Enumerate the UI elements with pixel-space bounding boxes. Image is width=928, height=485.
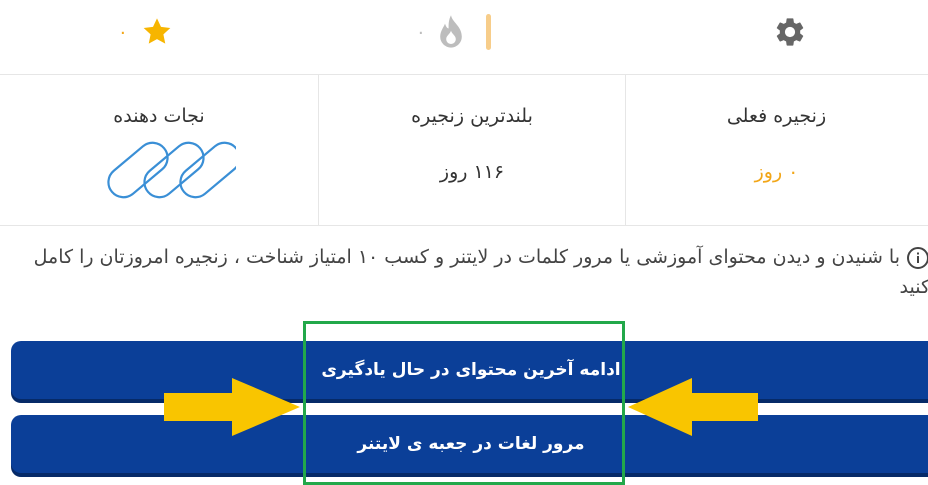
- info-icon: [907, 246, 928, 269]
- streak-saver-icons: [107, 141, 236, 199]
- arrow-left-icon: [628, 378, 758, 436]
- current-streak-value: ۰ روز: [754, 161, 799, 183]
- fire-icon: [439, 15, 462, 48]
- stars-counter[interactable]: ۰: [118, 10, 174, 54]
- streak-saver-icon: [107, 141, 169, 199]
- longest-streak-label: بلندترین زنجیره: [411, 105, 533, 127]
- stat-current-streak: زنجیره فعلی ۰ روز: [625, 75, 928, 225]
- stars-count: ۰: [118, 21, 128, 43]
- fire-count: ۰: [416, 21, 426, 43]
- streak-saver-icon: [143, 141, 205, 199]
- stat-longest-streak: بلندترین زنجیره ۱۱۶ روز: [318, 75, 626, 225]
- info-text: با شنیدن و دیدن محتوای آموزشی یا مرور کل…: [33, 246, 928, 298]
- current-streak-label: زنجیره فعلی: [726, 105, 827, 127]
- star-icon: [143, 18, 171, 44]
- streak-stats: نجات دهنده بلندترین زنجیره ۱۱۶ روز زنجیر…: [0, 75, 928, 226]
- savers-label: نجات دهنده: [113, 105, 205, 127]
- highlight-box: [303, 321, 625, 485]
- fire-progress-bar: [485, 14, 491, 50]
- streak-saver-icon: [179, 141, 236, 199]
- stat-streak-savers: نجات دهنده: [0, 75, 318, 225]
- arrow-right-icon: [164, 378, 300, 436]
- gear-icon: [776, 18, 804, 46]
- fire-counter[interactable]: ۰: [416, 10, 491, 54]
- settings-button[interactable]: [773, 10, 807, 54]
- longest-streak-value: ۱۱۶ روز: [439, 161, 505, 183]
- info-message: با شنیدن و دیدن محتوای آموزشی یا مرور کل…: [16, 242, 928, 302]
- top-bar: ۰ ۰: [0, 0, 928, 75]
